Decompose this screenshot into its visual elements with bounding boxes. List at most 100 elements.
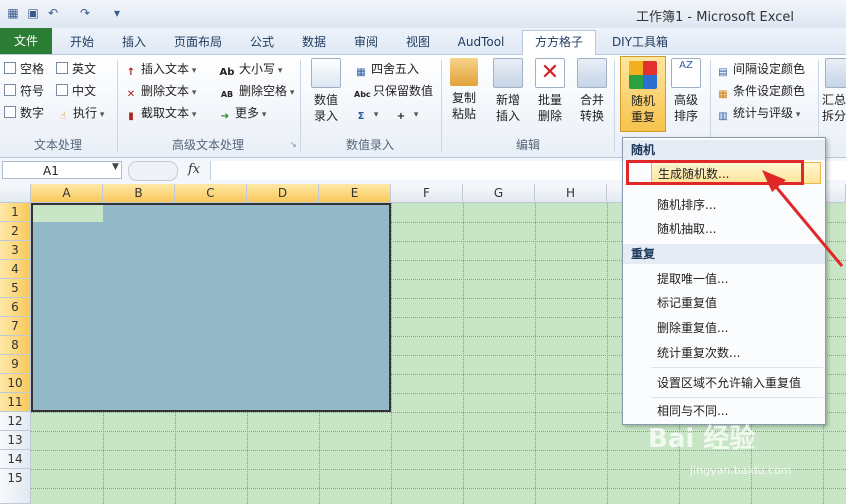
redo-icon[interactable]: ↷ bbox=[78, 6, 92, 20]
hand-icon: ☝ bbox=[59, 111, 67, 122]
check-english[interactable]: 英文 bbox=[56, 60, 96, 78]
menu-item-random-sort[interactable]: 随机排序... bbox=[651, 194, 821, 216]
tab-review[interactable]: 审阅 bbox=[344, 31, 388, 53]
selected-range[interactable] bbox=[31, 203, 391, 412]
row-header[interactable]: 1 bbox=[0, 203, 31, 222]
dialog-launcher-icon[interactable]: ↘ bbox=[290, 140, 297, 149]
tab-formulas[interactable]: 公式 bbox=[240, 31, 284, 53]
watermark-url: jingyan.baidu.com bbox=[690, 464, 792, 477]
insert-rows-icon bbox=[493, 58, 523, 88]
ribbon-separator bbox=[614, 60, 615, 152]
value-entry-button[interactable]: 数值 录入 bbox=[306, 58, 346, 124]
menu-item-extract-unique[interactable]: 提取唯一值... bbox=[651, 268, 821, 290]
check-symbol[interactable]: 符号 bbox=[4, 82, 44, 100]
run-button[interactable]: ☝ 执行 ▾ bbox=[56, 104, 104, 122]
check-number[interactable]: 数字 bbox=[4, 104, 44, 122]
check-chinese[interactable]: 中文 bbox=[56, 82, 96, 100]
tab-page-layout[interactable]: 页面布局 bbox=[166, 31, 230, 53]
column-header[interactable]: A bbox=[31, 184, 103, 203]
select-all-corner[interactable] bbox=[0, 184, 31, 203]
extract-text-button[interactable]: ▮ 截取文本 ▾ bbox=[124, 104, 196, 122]
case-button[interactable]: Ab 大小写 ▾ bbox=[218, 60, 283, 78]
checkbox-icon bbox=[56, 62, 68, 74]
round-button[interactable]: ▦ 四舍五入 bbox=[354, 60, 419, 78]
insert-text-button[interactable]: ↑ 插入文本 ▾ bbox=[124, 60, 197, 78]
tab-data[interactable]: 数据 bbox=[292, 31, 336, 53]
watermark-brand: Bai 经验 bbox=[648, 424, 756, 454]
column-header[interactable]: H bbox=[535, 184, 607, 203]
menu-section-random: 随机 bbox=[623, 140, 825, 160]
batch-delete-button[interactable]: ✕ 批量 删除 bbox=[530, 58, 570, 124]
fx-icon[interactable]: fx bbox=[188, 162, 200, 177]
chevron-down-icon[interactable]: ▼ bbox=[112, 162, 119, 172]
checkbox-icon bbox=[4, 84, 16, 96]
highlight-box bbox=[626, 160, 804, 185]
row-header[interactable]: 10 bbox=[0, 374, 31, 393]
undo-icon[interactable]: ↶ bbox=[46, 6, 60, 20]
copy-paste-button[interactable]: 复制 粘贴 bbox=[444, 58, 484, 122]
value-entry-icon bbox=[311, 58, 341, 88]
column-header[interactable]: F bbox=[391, 184, 463, 203]
plus-button[interactable]: + ▾ bbox=[394, 104, 419, 122]
delete-x-icon: ✕ bbox=[535, 58, 565, 88]
keep-values-icon: Abc bbox=[354, 90, 371, 99]
tab-fangfang[interactable]: 方方格子 bbox=[522, 30, 596, 55]
add-insert-button[interactable]: 新增 插入 bbox=[488, 58, 528, 124]
column-header[interactable]: B bbox=[103, 184, 175, 203]
delete-spaces-button[interactable]: AB 删除空格 ▾ bbox=[218, 82, 295, 100]
customize-qat-icon[interactable]: ▾ bbox=[110, 6, 124, 20]
tab-diy-toolbox[interactable]: DIY工具箱 bbox=[600, 31, 680, 53]
row-header[interactable]: 13 bbox=[0, 431, 31, 450]
menu-item-no-duplicate-input[interactable]: 设置区域不允许输入重复值 bbox=[651, 372, 821, 394]
row-header[interactable]: 3 bbox=[0, 241, 31, 260]
checkbox-icon bbox=[4, 106, 16, 118]
menu-item-mark-duplicates[interactable]: 标记重复值 bbox=[651, 292, 821, 314]
row-header[interactable]: 6 bbox=[0, 298, 31, 317]
row-header[interactable]: 2 bbox=[0, 222, 31, 241]
sigma-button[interactable]: Σ ▾ bbox=[354, 104, 379, 122]
summary-split-button[interactable]: 汇总 拆分 bbox=[822, 58, 846, 124]
menu-item-delete-duplicates[interactable]: 删除重复值... bbox=[651, 317, 821, 339]
menu-separator bbox=[651, 397, 823, 398]
merge-convert-button[interactable]: 合并 转换 bbox=[572, 58, 612, 124]
menu-item-random-pick[interactable]: 随机抽取... bbox=[651, 218, 821, 240]
name-box[interactable]: A1 bbox=[2, 161, 122, 179]
row-header[interactable]: 12 bbox=[0, 412, 31, 431]
row-header[interactable]: 5 bbox=[0, 279, 31, 298]
grid-line bbox=[31, 488, 846, 489]
cond-color-button[interactable]: ▦ 条件设定颜色 bbox=[716, 82, 805, 100]
interval-color-button[interactable]: ▤ 间隔设定颜色 bbox=[716, 60, 805, 78]
advanced-sort-button[interactable]: AZ 高级 排序 bbox=[666, 58, 706, 124]
active-cell[interactable] bbox=[33, 205, 103, 222]
keep-values-button[interactable]: Abc 只保留数值 bbox=[354, 82, 433, 100]
more-button[interactable]: ➔ 更多 ▾ bbox=[218, 104, 267, 122]
row-header[interactable]: 15 bbox=[0, 469, 31, 504]
column-header[interactable]: D bbox=[247, 184, 319, 203]
insert-text-icon: ↑ bbox=[126, 67, 136, 78]
column-header[interactable]: E bbox=[319, 184, 391, 203]
tab-home[interactable]: 开始 bbox=[60, 31, 104, 53]
checkbox-icon bbox=[4, 62, 16, 74]
row-header[interactable]: 7 bbox=[0, 317, 31, 336]
column-header[interactable]: G bbox=[463, 184, 535, 203]
delete-text-button[interactable]: ✕ 删除文本 ▾ bbox=[124, 82, 197, 100]
tab-insert[interactable]: 插入 bbox=[112, 31, 156, 53]
ribbon-tabs: 文件 开始 插入 页面布局 公式 数据 审阅 视图 AudTool 方方格子 D… bbox=[0, 28, 846, 55]
sigma-icon: Σ bbox=[357, 111, 365, 122]
row-header[interactable]: 4 bbox=[0, 260, 31, 279]
row-header[interactable]: 11 bbox=[0, 393, 31, 412]
row-header[interactable]: 14 bbox=[0, 450, 31, 469]
menu-item-count-duplicates[interactable]: 统计重复次数... bbox=[651, 342, 821, 364]
tab-view[interactable]: 视图 bbox=[396, 31, 440, 53]
check-space[interactable]: 空格 bbox=[4, 60, 44, 78]
row-header[interactable]: 8 bbox=[0, 336, 31, 355]
grid-line bbox=[535, 203, 536, 504]
row-header[interactable]: 9 bbox=[0, 355, 31, 374]
stats-icon: ▥ bbox=[718, 111, 728, 122]
save-icon[interactable]: ▣ bbox=[26, 6, 40, 20]
stats-rating-button[interactable]: ▥ 统计与评级 ▾ bbox=[716, 104, 800, 122]
column-header[interactable]: C bbox=[175, 184, 247, 203]
tab-file[interactable]: 文件 bbox=[0, 28, 52, 54]
random-repeat-button[interactable]: 随机 重复 bbox=[620, 56, 666, 132]
tab-audtool[interactable]: AudTool bbox=[448, 31, 514, 53]
